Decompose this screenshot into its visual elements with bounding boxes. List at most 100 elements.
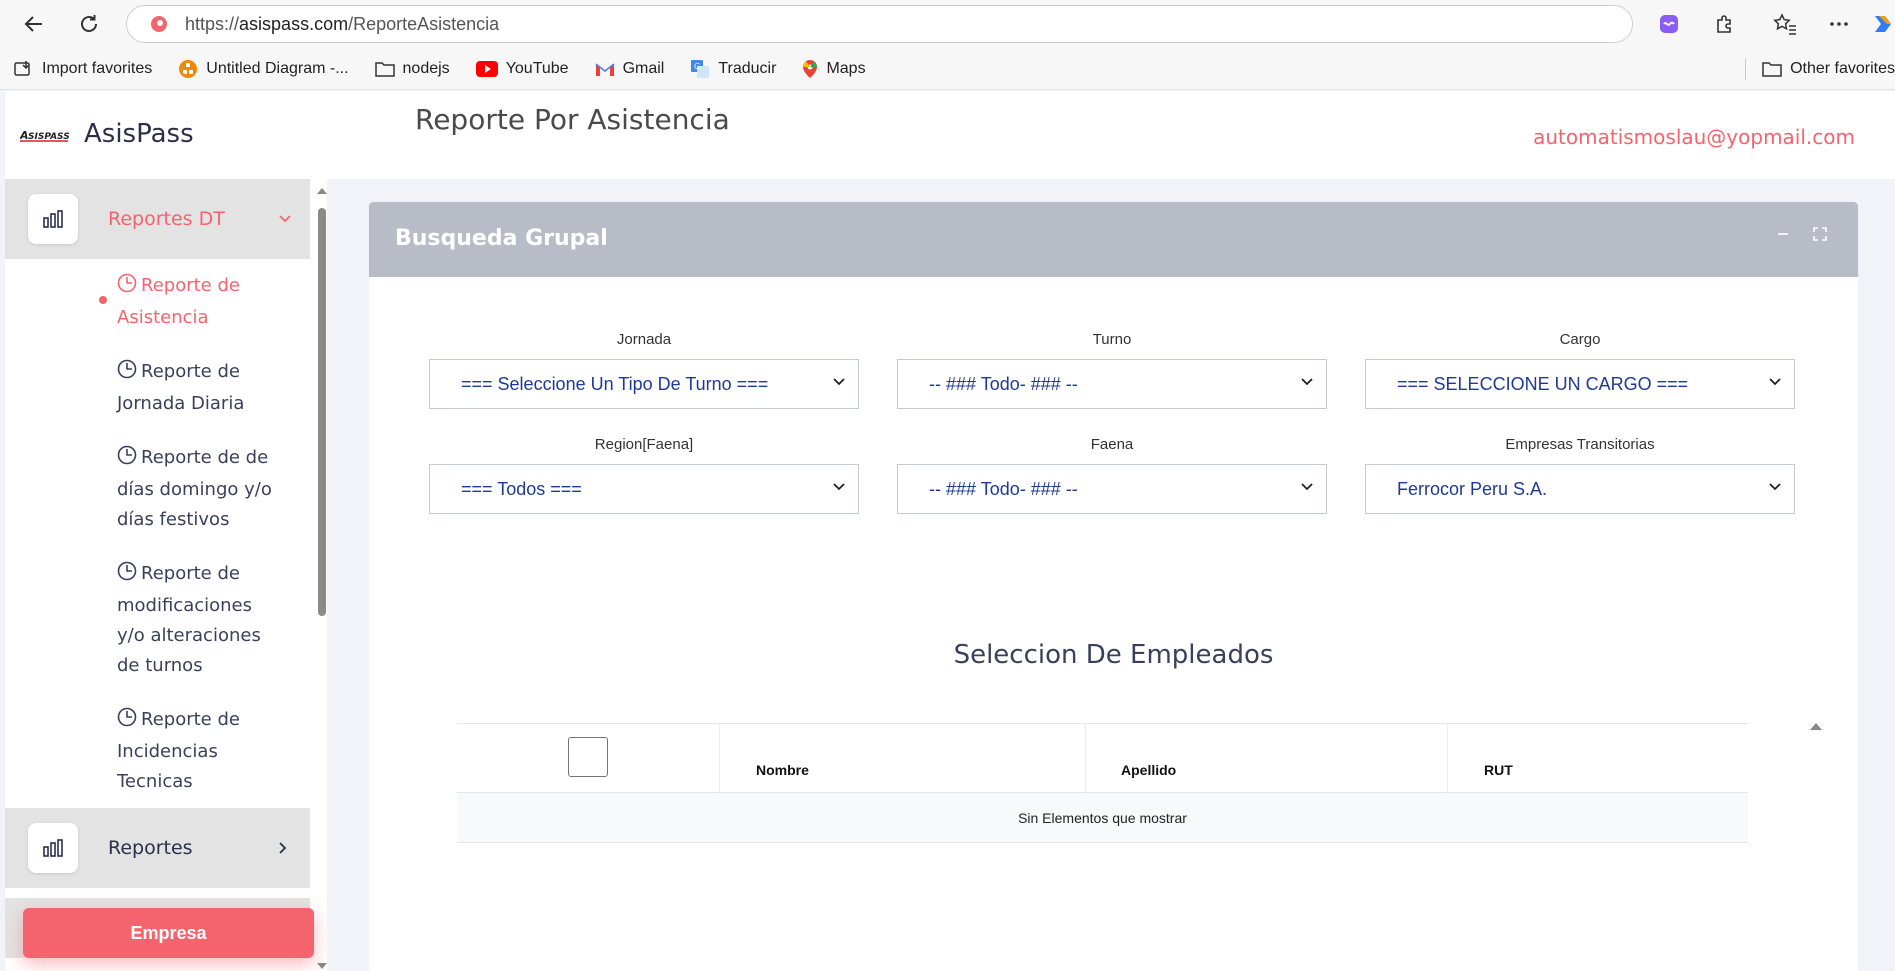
region-label: Region[Faena] [594,436,694,453]
site-favicon-icon [151,16,167,32]
sidebar-scroll-thumb[interactable] [318,208,326,616]
bookmark-nodejs[interactable]: nodejs [374,60,450,78]
minimize-button[interactable] [1777,232,1789,236]
bookmark-label: Maps [826,59,866,77]
bar-chart-icon [43,210,63,228]
menu-group-reportes-dt[interactable]: Reportes DT [5,179,310,259]
sidebar: A SISPASS AsisPass Reportes DT Reporte d… [5,91,327,971]
more-menu-button[interactable] [1821,6,1857,42]
bookmark-traducir[interactable]: G Traducir [690,59,776,79]
jornada-select[interactable]: === Seleccione Un Tipo De Turno === [429,359,859,409]
clock-icon [117,561,137,591]
cargo-label: Cargo [1559,331,1601,348]
cargo-selected-value: === SELECCIONE UN CARGO === [1397,373,1689,394]
url-text: https://asispass.com/ReporteAsistencia [185,14,499,35]
svg-text:G: G [694,62,700,71]
chevron-right-icon [278,841,288,855]
bookmarks-divider [1745,57,1747,80]
menu-group-reportes[interactable]: Reportes [5,808,310,888]
bookmark-youtube[interactable]: YouTube [475,59,569,78]
asispass-logo: A SISPASS [20,129,70,142]
extensions-button[interactable] [1706,6,1742,42]
active-indicator-dot [99,296,107,304]
submenu-reporte-modificaciones[interactable]: Reporte de modificaciones y/o alteracion… [117,559,277,681]
column-header-rut[interactable]: RUT [1484,762,1513,778]
empresa-button[interactable]: Empresa [23,908,314,958]
url-prefix: https:// [185,13,240,34]
table-scroll-up-icon[interactable] [1809,721,1823,731]
clock-icon [117,707,137,737]
jornada-selected-value: === Seleccione Un Tipo De Turno === [461,373,769,394]
favorites-button[interactable] [1767,6,1803,42]
bookmark-gmail[interactable]: Gmail [595,60,664,78]
brand[interactable]: A SISPASS AsisPass [20,119,194,149]
select-all-checkbox[interactable] [568,737,608,777]
submenu-reporte-domingo-festivos[interactable]: Reporte de de días domingo y/o días fest… [117,443,277,535]
star-list-icon [1773,13,1796,35]
scroll-down-icon [317,963,327,969]
column-divider [1447,724,1448,794]
bookmark-maps[interactable]: Maps [802,59,866,79]
column-divider [719,724,720,794]
chevron-down-icon [1300,482,1314,492]
empresas-selected-value: Ferrocor Peru S.A. [1397,478,1548,499]
clock-icon [117,445,137,475]
clock-icon [117,273,137,303]
submenu-label: Reporte de modificaciones y/o alteracion… [117,563,261,676]
more-dots-icon [1830,22,1848,26]
empresas-label: Empresas Transitorias [1505,436,1655,453]
chevron-down-icon [832,377,846,387]
cargo-select[interactable]: === SELECCIONE UN CARGO === [1365,359,1795,409]
reload-button[interactable] [71,6,107,42]
bookmark-untitled-diagram[interactable]: Untitled Diagram -... [178,59,349,79]
extension-button[interactable] [1651,6,1687,42]
menu-label: Reportes DT [108,208,225,230]
bar-chart-icon [43,839,63,857]
copilot-button[interactable] [1871,6,1895,42]
column-header-apellido[interactable]: Apellido [1121,762,1176,778]
brand-name: AsisPass [84,119,194,149]
drawio-icon [178,59,198,79]
submenu-reporte-jornada-diaria[interactable]: Reporte de Jornada Diaria [117,357,277,419]
faena-selected-value: -- ### Todo- ### -- [929,478,1078,499]
bookmark-label: Untitled Diagram -... [206,59,349,77]
folder-icon [374,60,395,78]
submenu-reporte-incidencias[interactable]: Reporte de Incidencias Tecnicas [117,705,277,797]
translate-icon: G [690,59,710,79]
bookmark-other-favorites[interactable]: Other favorites [1745,57,1895,80]
bookmark-import-favorites[interactable]: Import favorites [14,60,152,78]
table-header: Nombre Apellido RUT [457,723,1748,794]
back-arrow-icon [24,16,42,32]
folder-icon [1762,60,1782,78]
submenu-reporte-asistencia[interactable]: Reporte de Asistencia [117,271,277,333]
expand-icon [1813,227,1827,241]
card-title: Busqueda Grupal [395,226,608,251]
address-bar[interactable]: https://asispass.com/ReporteAsistencia [126,5,1633,43]
page-header: Reporte Por Asistencia automatismoslau@y… [327,91,1895,179]
sidebar-scrollbar[interactable] [315,186,327,971]
bookmark-label: Other favorites [1790,59,1895,77]
chevron-down-icon [1300,377,1314,387]
reload-icon [81,15,97,32]
jornada-label: Jornada [616,331,672,348]
chevron-down-icon [832,482,846,492]
expand-button[interactable] [1813,227,1827,241]
empresas-select[interactable]: Ferrocor Peru S.A. [1365,464,1795,514]
chevron-down-icon [1768,482,1782,492]
faena-select[interactable]: -- ### Todo- ### -- [897,464,1327,514]
column-header-nombre[interactable]: Nombre [756,762,809,778]
bookmark-label: YouTube [505,59,569,77]
page-title: Reporte Por Asistencia [415,103,730,136]
user-email[interactable]: automatismoslau@yopmail.com [1533,125,1855,149]
back-button[interactable] [16,6,52,42]
employees-table: Nombre Apellido RUT Sin Elementos que mo… [457,723,1748,843]
turno-selected-value: -- ### Todo- ### -- [929,373,1078,394]
empty-table-message: Sin Elementos que mostrar [457,793,1748,843]
bookmark-label: Traducir [718,59,777,77]
turno-label: Turno [1092,331,1132,348]
region-select[interactable]: === Todos === [429,464,859,514]
turno-select[interactable]: -- ### Todo- ### -- [897,359,1327,409]
copilot-icon [1875,16,1891,32]
url-domain: asispass.com [239,13,349,34]
extension-app-icon [1660,15,1678,33]
